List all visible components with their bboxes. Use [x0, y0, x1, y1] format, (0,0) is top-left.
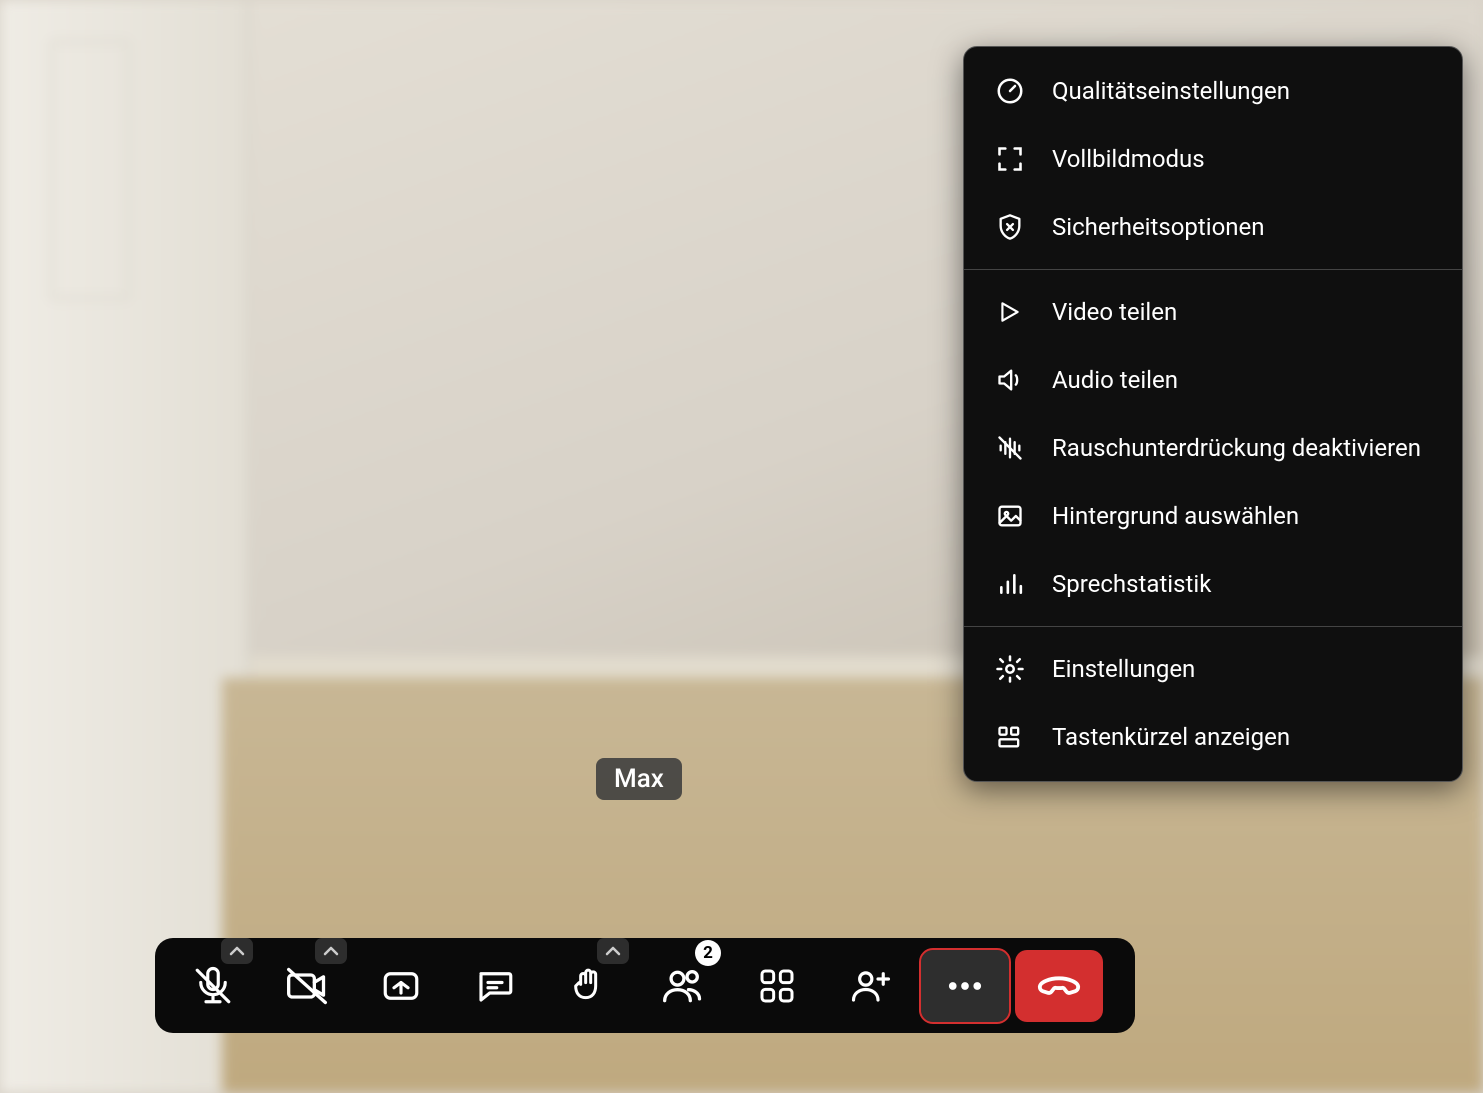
- chat-icon: [474, 965, 516, 1007]
- menu-item-label: Qualitätseinstellungen: [1052, 77, 1290, 105]
- mute-mic-button[interactable]: [169, 950, 257, 1022]
- meeting-toolbar: 2: [155, 938, 1135, 1033]
- menu-item-speaker-stats[interactable]: Sprechstatistik: [964, 550, 1462, 618]
- camera-off-icon: [285, 964, 329, 1008]
- menu-item-security-options[interactable]: Sicherheitsoptionen: [964, 193, 1462, 261]
- camera-options-caret[interactable]: [315, 938, 347, 964]
- more-horizontal-icon: [944, 965, 986, 1007]
- menu-item-label: Einstellungen: [1052, 655, 1195, 683]
- chat-button[interactable]: [451, 950, 539, 1022]
- add-person-icon: [850, 965, 892, 1007]
- mic-options-caret[interactable]: [221, 938, 253, 964]
- menu-item-label: Vollbildmodus: [1052, 145, 1205, 173]
- participants-button[interactable]: 2: [639, 950, 727, 1022]
- speaker-icon: [994, 364, 1026, 396]
- menu-item-share-audio[interactable]: Audio teilen: [964, 346, 1462, 414]
- raise-hand-icon: [569, 966, 609, 1006]
- play-icon: [994, 296, 1026, 328]
- mic-off-icon: [192, 965, 234, 1007]
- raise-hand-button[interactable]: [545, 950, 633, 1022]
- shield-x-icon: [994, 211, 1026, 243]
- menu-item-label: Sprechstatistik: [1052, 570, 1211, 598]
- gauge-icon: [994, 75, 1026, 107]
- bar-chart-icon: [994, 568, 1026, 600]
- more-options-menu: Qualitätseinstellungen Vollbildmodus Sic…: [963, 46, 1463, 782]
- menu-item-label: Sicherheitsoptionen: [1052, 213, 1265, 241]
- tile-view-button[interactable]: [733, 950, 821, 1022]
- participants-icon: [661, 964, 705, 1008]
- menu-item-label: Audio teilen: [1052, 366, 1178, 394]
- menu-item-label: Video teilen: [1052, 298, 1177, 326]
- menu-item-view-shortcuts[interactable]: Tastenkürzel anzeigen: [964, 703, 1462, 771]
- menu-item-disable-noise-suppression[interactable]: Rauschunterdrückung deaktivieren: [964, 414, 1462, 482]
- tile-view-icon: [757, 966, 797, 1006]
- gear-icon: [994, 653, 1026, 685]
- fullscreen-icon: [994, 143, 1026, 175]
- menu-item-share-video[interactable]: Video teilen: [964, 278, 1462, 346]
- reactions-caret[interactable]: [597, 938, 629, 964]
- menu-item-label: Rauschunterdrückung deaktivieren: [1052, 434, 1421, 462]
- menu-item-select-background[interactable]: Hintergrund auswählen: [964, 482, 1462, 550]
- menu-item-fullscreen[interactable]: Vollbildmodus: [964, 125, 1462, 193]
- menu-item-settings[interactable]: Einstellungen: [964, 635, 1462, 703]
- hangup-button[interactable]: [1015, 950, 1103, 1022]
- camera-off-button[interactable]: [263, 950, 351, 1022]
- participant-name-tag: Max: [596, 758, 682, 800]
- share-screen-icon: [380, 965, 422, 1007]
- participants-badge: 2: [695, 940, 721, 966]
- image-icon: [994, 500, 1026, 532]
- invite-people-button[interactable]: [827, 950, 915, 1022]
- shortcuts-icon: [994, 721, 1026, 753]
- noise-off-icon: [994, 432, 1026, 464]
- menu-item-label: Hintergrund auswählen: [1052, 502, 1299, 530]
- menu-separator: [964, 269, 1462, 270]
- menu-separator: [964, 626, 1462, 627]
- menu-item-label: Tastenkürzel anzeigen: [1052, 723, 1290, 751]
- participant-name: Max: [614, 764, 664, 794]
- hangup-icon: [1036, 963, 1082, 1009]
- menu-item-quality-settings[interactable]: Qualitätseinstellungen: [964, 57, 1462, 125]
- more-actions-button[interactable]: [921, 950, 1009, 1022]
- share-screen-button[interactable]: [357, 950, 445, 1022]
